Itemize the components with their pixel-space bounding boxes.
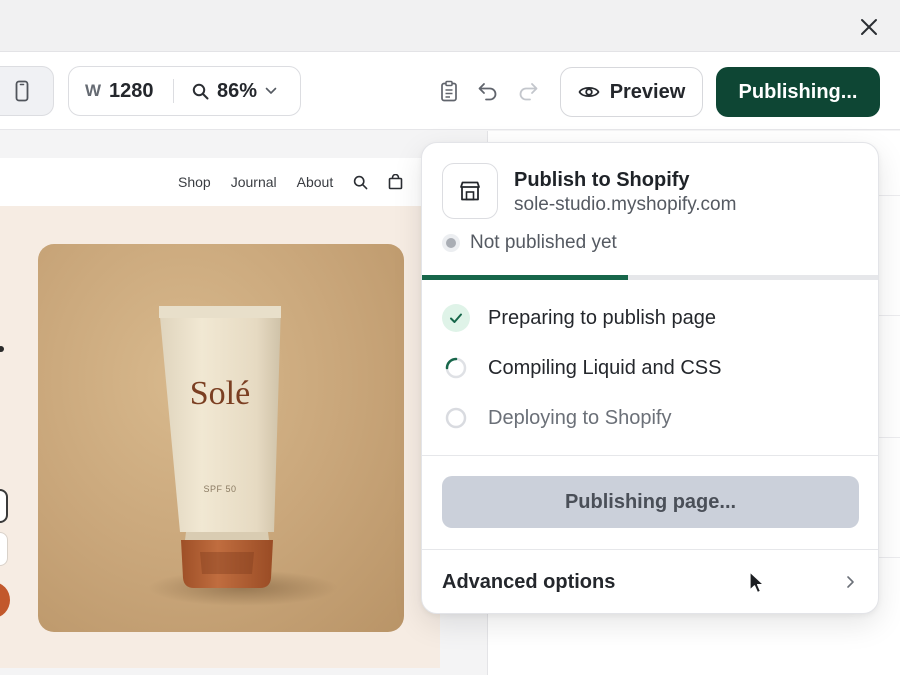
publishing-page-label: Publishing page... xyxy=(564,490,737,513)
mobile-device-icon xyxy=(15,80,29,102)
preview-label: Preview xyxy=(609,80,686,103)
close-button[interactable] xyxy=(854,12,884,42)
viewport-size-control: W 1280 86% xyxy=(68,66,301,116)
nav-link-journal[interactable]: Journal xyxy=(231,174,277,190)
advanced-options-row[interactable]: Advanced options xyxy=(422,549,878,613)
publish-steps-list: Preparing to publish page Compiling Liqu… xyxy=(422,280,878,455)
step-label: Deploying to Shopify xyxy=(488,406,672,429)
zoom-dropdown[interactable]: 86% xyxy=(174,67,277,115)
editor-toolbar: W 1280 86% Preview Publishing... xyxy=(0,52,900,130)
width-label: W xyxy=(85,81,102,100)
page-preview: Shop Journal About Solé SPF 50 xyxy=(0,158,440,668)
publish-popover: Publish to Shopify sole-studio.myshopify… xyxy=(421,142,879,614)
width-field[interactable]: W 1280 xyxy=(69,67,173,115)
store-icon-container xyxy=(442,163,498,219)
clipboard-button[interactable] xyxy=(438,80,460,102)
close-icon xyxy=(861,19,877,35)
divider xyxy=(422,455,878,456)
empty-circle-icon xyxy=(442,404,470,432)
product-hero-image: Solé SPF 50 xyxy=(38,244,404,632)
chevron-right-icon xyxy=(840,572,860,592)
publish-title: Publish to Shopify xyxy=(514,169,690,191)
nav-link-about[interactable]: About xyxy=(297,174,334,190)
publish-button[interactable]: Publishing... xyxy=(716,67,880,117)
publish-status: Not published yet xyxy=(442,232,617,254)
site-navigation: Shop Journal About xyxy=(0,158,440,206)
hero-decoration xyxy=(0,346,4,352)
publish-popover-header: Publish to Shopify sole-studio.myshopify… xyxy=(422,143,878,275)
store-icon xyxy=(460,181,480,201)
search-icon[interactable] xyxy=(353,175,368,190)
product-spf-text: SPF 50 xyxy=(203,484,236,494)
step-preparing: Preparing to publish page xyxy=(442,304,716,332)
undo-button[interactable] xyxy=(477,80,499,102)
nav-link-shop[interactable]: Shop xyxy=(178,174,211,190)
mouse-cursor-icon xyxy=(749,571,765,594)
status-dot-icon xyxy=(442,234,460,252)
step-compiling: Compiling Liquid and CSS xyxy=(442,354,721,382)
width-value: 1280 xyxy=(109,79,154,102)
publishing-label: Publishing... xyxy=(738,80,858,103)
advanced-options-label: Advanced options xyxy=(442,570,616,593)
sunscreen-tube-illustration: Solé SPF 50 xyxy=(148,306,338,606)
hero-input-partial xyxy=(0,532,8,566)
hero-button-partial xyxy=(0,582,10,618)
preview-button[interactable]: Preview xyxy=(560,67,703,117)
chevron-down-icon xyxy=(265,87,277,94)
check-icon xyxy=(442,304,470,332)
publishing-page-button[interactable]: Publishing page... xyxy=(442,476,859,528)
hero-input-partial xyxy=(0,489,8,523)
zoom-value: 86% xyxy=(217,79,258,102)
redo-button[interactable] xyxy=(517,80,539,102)
store-domain: sole-studio.myshopify.com xyxy=(514,194,737,215)
shopping-bag-icon[interactable] xyxy=(388,174,403,190)
step-deploying: Deploying to Shopify xyxy=(442,404,671,432)
step-label: Preparing to publish page xyxy=(488,306,716,329)
undo-icon xyxy=(478,83,497,101)
product-brand-text: Solé xyxy=(190,375,250,412)
clipboard-icon xyxy=(441,80,457,102)
publish-status-text: Not published yet xyxy=(470,232,617,253)
redo-icon xyxy=(519,83,538,101)
window-top-bar xyxy=(0,0,900,52)
magnifier-icon xyxy=(192,83,209,99)
step-label: Compiling Liquid and CSS xyxy=(488,356,722,379)
device-toggle-button[interactable] xyxy=(0,66,54,116)
eye-icon xyxy=(578,86,600,98)
spinner-icon xyxy=(442,354,470,382)
